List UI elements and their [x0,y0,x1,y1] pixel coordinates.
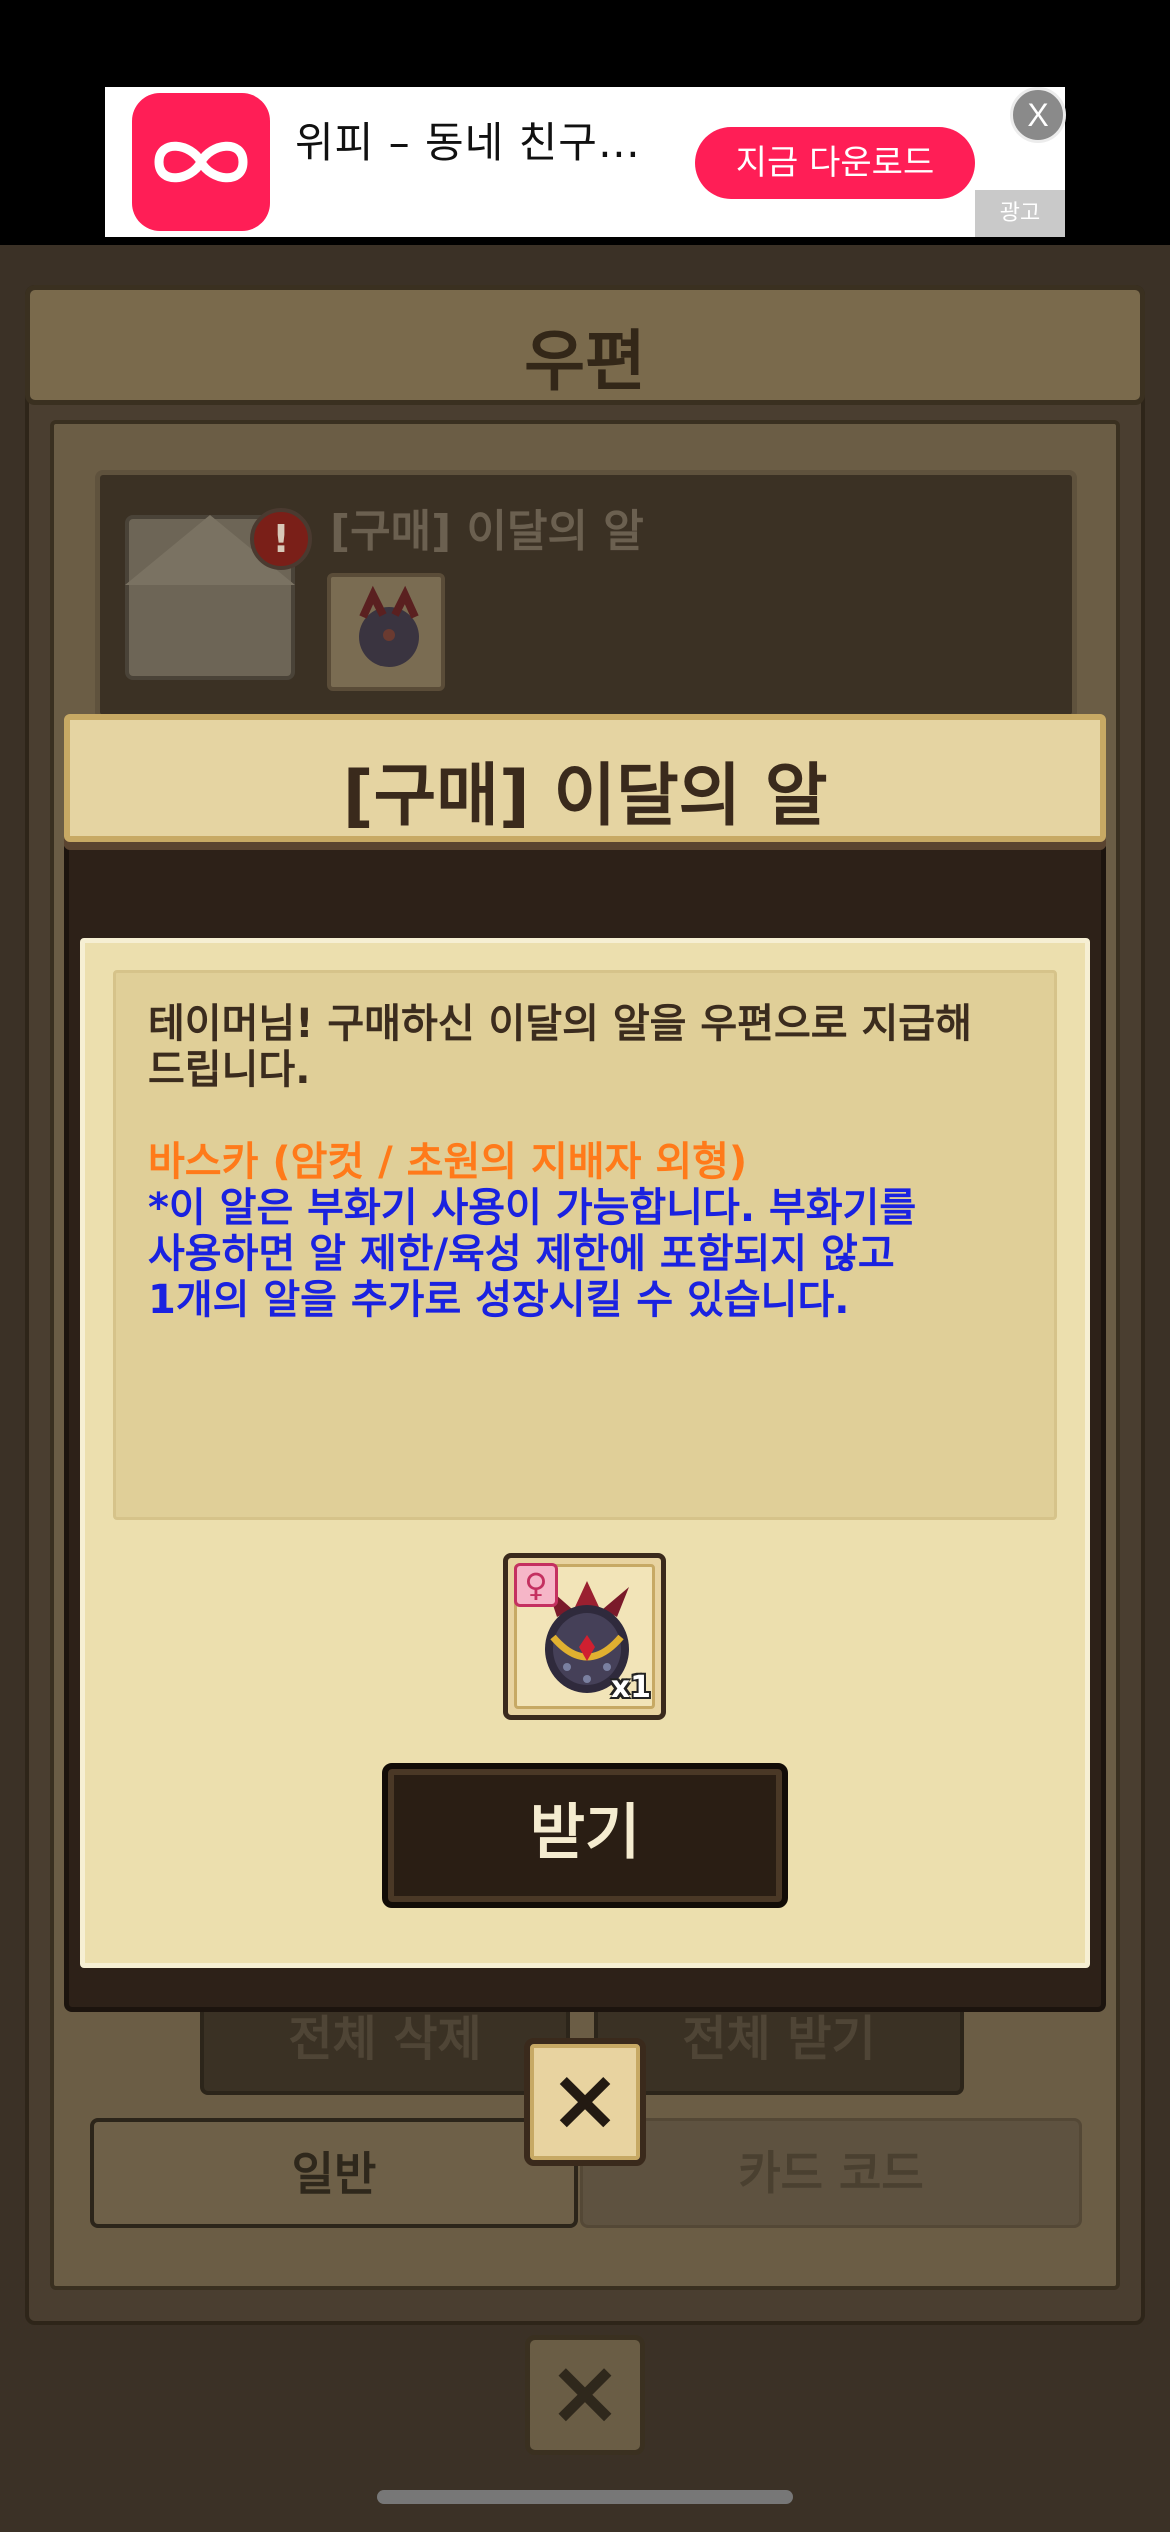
ad-badge: 광고 [975,190,1065,237]
ad-banner[interactable]: 위피 – 동네 친구… 지금 다운로드 [105,87,1065,237]
ad-title[interactable]: 위피 – 동네 친구… [295,109,641,170]
mailbox-header: 우편 [25,285,1145,405]
message-note-line-1: *이 알은 부화기 사용이 가능합니다. 부화기를 [148,1185,917,1231]
ad-app-logo-icon[interactable] [132,93,270,231]
alert-icon: ! [250,508,312,570]
home-indicator[interactable] [377,2490,793,2504]
egg-thumbnail-icon [359,585,419,667]
receive-button[interactable]: 받기 [382,1763,788,1908]
female-icon: ♀ [514,1563,558,1607]
tab-card-code[interactable]: 카드 코드 [580,2118,1082,2228]
message-egg-name: 바스카 (암컷 / 초원의 지배자 외형) [148,1139,748,1185]
message-box: 테이머님! 구매하신 이달의 알을 우편으로 지급해 드립니다. 바스카 (암컷… [113,970,1057,1520]
close-icon: × [548,2050,622,2150]
mail-item-egg-thumbnail [327,573,445,691]
reward-item-card[interactable]: ♀ x1 [503,1553,666,1720]
ad-download-button[interactable]: 지금 다운로드 [695,127,975,199]
message-greeting-line-1: 테이머님! 구매하신 이달의 알을 우편으로 지급해 [148,1001,972,1047]
tab-normal[interactable]: 일반 [90,2118,578,2228]
ad-close-button[interactable]: X [1010,87,1066,143]
reward-quantity: x1 [610,1670,651,1705]
modal-title: [구매] 이달의 알 [342,757,828,836]
mailbox-title: 우편 [524,323,646,400]
mailbox-close-button[interactable]: × [525,2335,645,2455]
modal-header: [구매] 이달의 알 [64,714,1106,842]
message-note-line-2: 사용하면 알 제한/육성 제한에 포함되지 않고 [148,1231,895,1277]
mail-item-title: [구매] 이달의 알 [330,506,644,557]
modal-close-button[interactable]: × [524,2038,646,2166]
receive-button-label: 받기 [529,1798,641,1868]
message-greeting-line-2: 드립니다. [148,1047,311,1093]
message-note-line-3: 1개의 알을 추가로 성장시킬 수 있습니다. [148,1277,850,1323]
